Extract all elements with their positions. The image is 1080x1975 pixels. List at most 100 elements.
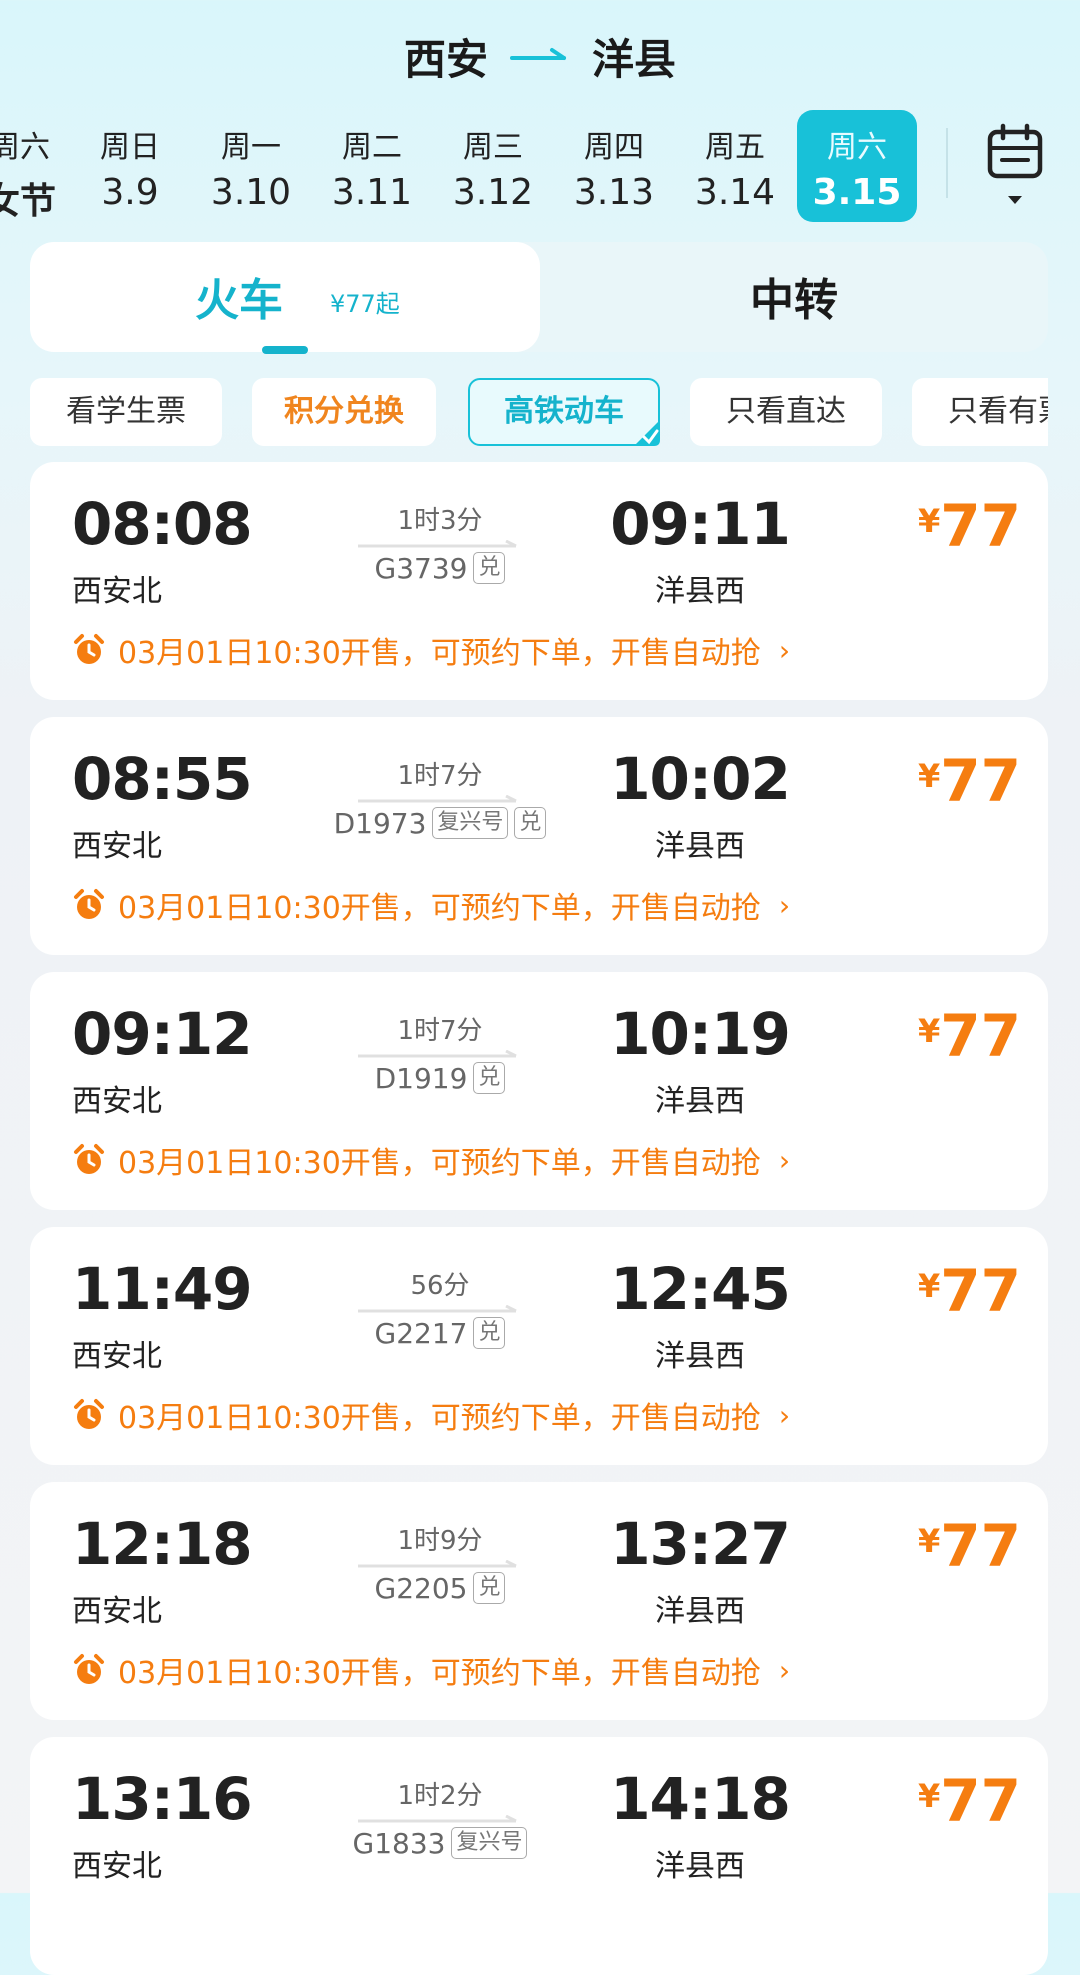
date-item-selected[interactable]: 周六 3.15	[797, 110, 917, 222]
presale-notice[interactable]: 03月01日10:30开售，可预约下单，开售自动抢 ›	[72, 1140, 791, 1181]
arrival-station: 洋县西	[655, 574, 745, 609]
ticket-price: ¥77	[918, 1512, 1021, 1580]
ticket-price: ¥77	[918, 1767, 1021, 1835]
arrival-station: 洋县西	[655, 1084, 745, 1119]
arrival-time: 10:19	[610, 1000, 791, 1068]
arrival-station: 洋县西	[655, 1594, 745, 1629]
filter-direct-only[interactable]: 只看直达	[690, 378, 882, 446]
tab-active-indicator	[262, 346, 308, 354]
presale-notice[interactable]: 03月01日10:30开售，可预约下单，开售自动抢 ›	[72, 1395, 791, 1436]
ticket-price: ¥77	[918, 1002, 1021, 1070]
alarm-clock-icon	[74, 1144, 104, 1174]
presale-notice[interactable]: 03月01日10:30开售，可预约下单，开售自动抢 ›	[72, 630, 791, 671]
date-item[interactable]: 周日 3.9	[70, 110, 190, 222]
date-weekday: 周六	[827, 130, 887, 165]
trip-duration: 1时7分	[397, 761, 483, 791]
train-number: G1833	[352, 1826, 446, 1860]
date-value: 3.10	[210, 172, 292, 213]
filter-high-speed-label: 高铁动车	[504, 394, 624, 429]
date-item[interactable]: 周六 女节	[0, 110, 80, 222]
departure-time: 12:18	[72, 1510, 253, 1578]
currency-symbol: ¥	[918, 757, 941, 795]
departure-station: 西安北	[72, 1339, 162, 1374]
tab-transfer[interactable]: 中转	[750, 264, 838, 328]
price-amount: 77	[940, 1002, 1021, 1070]
date-item[interactable]: 周二 3.11	[312, 110, 432, 222]
departure-station: 西安北	[72, 1594, 162, 1629]
train-info: G1833 复兴号	[260, 1823, 620, 1863]
train-card[interactable]: 11:49 西安北 56分 G2217 兑 12:45 洋县西 ¥77 03月0…	[30, 1227, 1048, 1465]
date-value: 3.13	[573, 172, 655, 213]
date-value: 3.15	[812, 172, 902, 213]
chevron-right-icon: ›	[778, 1398, 791, 1432]
filter-high-speed[interactable]: 高铁动车	[468, 378, 660, 446]
divider	[946, 128, 948, 198]
date-weekday: 周六	[0, 130, 50, 165]
tab-train-label: 火车	[195, 275, 283, 326]
train-number: D1919	[374, 1061, 468, 1095]
train-card[interactable]: 09:12 西安北 1时7分 D1919 兑 10:19 洋县西 ¥77 03月…	[30, 972, 1048, 1210]
date-weekday: 周四	[584, 130, 644, 165]
presale-notice[interactable]: 03月01日10:30开售，可预约下单，开售自动抢 ›	[72, 1650, 791, 1691]
tab-train-price: ¥77起	[330, 290, 400, 318]
check-icon	[634, 420, 660, 446]
departure-station: 西安北	[72, 1849, 162, 1884]
currency-symbol: ¥	[918, 1522, 941, 1560]
presale-notice-text: 03月01日10:30开售，可预约下单，开售自动抢	[118, 891, 761, 926]
trip-duration: 56分	[410, 1271, 470, 1301]
arrival-time: 10:02	[610, 745, 791, 813]
trip-duration: 1时2分	[397, 1781, 483, 1811]
presale-notice-text: 03月01日10:30开售，可预约下单，开售自动抢	[118, 636, 761, 671]
date-item[interactable]: 周一 3.10	[191, 110, 311, 222]
chevron-right-icon: ›	[778, 633, 791, 667]
date-weekday: 周一	[221, 130, 281, 165]
chevron-right-icon: ›	[778, 1143, 791, 1177]
train-number: D1973	[333, 806, 427, 840]
calendar-icon[interactable]	[980, 120, 1050, 220]
from-city: 西安	[403, 34, 488, 84]
date-item[interactable]: 周五 3.14	[675, 110, 795, 222]
date-weekday: 周五	[705, 130, 765, 165]
train-tag: 兑	[473, 552, 506, 584]
filter-available-only[interactable]: 只看有票	[912, 378, 1048, 446]
train-card[interactable]: 13:16 西安北 1时2分 G1833 复兴号 14:18 洋县西 ¥77	[30, 1737, 1048, 1975]
alarm-clock-icon	[74, 1654, 104, 1684]
departure-time: 08:55	[72, 745, 253, 813]
train-number: G3739	[374, 551, 468, 585]
currency-symbol: ¥	[918, 1267, 941, 1305]
arrival-station: 洋县西	[655, 1849, 745, 1884]
trip-duration: 1时3分	[397, 506, 483, 536]
train-number: G2205	[374, 1571, 468, 1605]
date-item[interactable]: 周三 3.12	[433, 110, 553, 222]
train-info: D1919 兑	[260, 1058, 620, 1098]
presale-notice-text: 03月01日10:30开售，可预约下单，开售自动抢	[118, 1146, 761, 1181]
chevron-right-icon: ›	[778, 1653, 791, 1687]
chevron-right-icon: ›	[778, 888, 791, 922]
date-value: 3.14	[694, 172, 776, 213]
train-card[interactable]: 08:55 西安北 1时7分 D1973 复兴号兑 10:02 洋县西 ¥77	[30, 717, 1048, 955]
train-card[interactable]: 12:18 西安北 1时9分 G2205 兑 13:27 洋县西 ¥77 03月…	[30, 1482, 1048, 1720]
date-item[interactable]: 周四 3.13	[554, 110, 674, 222]
arrival-time: 13:27	[610, 1510, 791, 1578]
route-title[interactable]: 西安 洋县	[0, 24, 1080, 88]
trip-duration: 1时7分	[397, 1016, 483, 1046]
date-value: 3.9	[101, 172, 159, 213]
departure-time: 08:08	[72, 490, 253, 558]
presale-notice[interactable]: 03月01日10:30开售，可预约下单，开售自动抢 ›	[72, 885, 791, 926]
price-amount: 77	[940, 492, 1021, 560]
departure-time: 11:49	[72, 1255, 253, 1323]
ticket-price: ¥77	[918, 1257, 1021, 1325]
filter-points-exchange[interactable]: 积分兑换	[252, 378, 436, 446]
arrival-station: 洋县西	[655, 829, 745, 864]
departure-station: 西安北	[72, 1084, 162, 1119]
train-card[interactable]: 08:08 西安北 1时3分 G3739 兑 09:11 洋县西 ¥77 03月…	[30, 462, 1048, 700]
tab-train[interactable]: 火车 ¥77起	[30, 242, 540, 354]
departure-time: 09:12	[72, 1000, 253, 1068]
currency-symbol: ¥	[918, 502, 941, 540]
price-amount: 77	[940, 1257, 1021, 1325]
filter-student-ticket[interactable]: 看学生票	[30, 378, 222, 446]
header: 西安 洋县	[0, 0, 1080, 110]
to-city: 洋县	[592, 34, 677, 84]
arrival-station: 洋县西	[655, 1339, 745, 1374]
train-tag: 兑	[514, 807, 547, 839]
